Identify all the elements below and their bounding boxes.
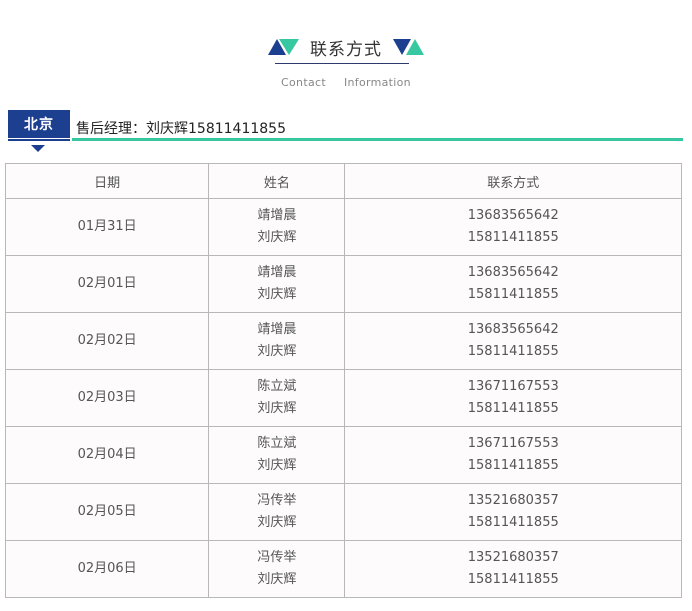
phone-number: 13671167553 <box>467 379 559 394</box>
right-triangles-icon <box>392 38 424 56</box>
page-header: 联系方式 Contact Information <box>0 34 692 94</box>
title-row: 联系方式 <box>0 34 692 60</box>
table-row: 02月05日 冯传举 刘庆辉 13521680357 15811411855 <box>4 483 682 541</box>
table-header-row: 日期 姓名 联系方式 <box>4 163 682 199</box>
name-cell: 靖增晨 刘庆辉 <box>208 198 346 256</box>
city-arrow-down-icon <box>31 145 45 152</box>
table-row: 01月31日 靖增晨 刘庆辉 13683565642 15811411855 <box>4 198 682 256</box>
phone-cell: 13683565642 15811411855 <box>344 198 682 256</box>
person-name: 刘庆辉 <box>257 401 297 416</box>
phone-cell: 13671167553 15811411855 <box>344 426 682 484</box>
date-cell: 02月06日 <box>4 540 210 598</box>
person-name: 刘庆辉 <box>257 344 297 359</box>
date-cell: 01月31日 <box>4 198 210 256</box>
table-row: 02月01日 靖增晨 刘庆辉 13683565642 15811411855 <box>4 255 682 313</box>
city-tab-beijing: 北京 <box>8 110 70 138</box>
person-name: 陈立斌 <box>257 379 297 394</box>
name-cell: 靖增晨 刘庆辉 <box>208 255 346 313</box>
section-divider <box>72 138 683 141</box>
phone-number: 15811411855 <box>467 401 559 416</box>
duty-table-wrapper: 日期 姓名 联系方式 01月31日 靖增晨 刘庆辉 13683565642 158114… <box>4 163 682 598</box>
person-name: 陈立斌 <box>257 436 297 451</box>
table-row: 02月04日 陈立斌 刘庆辉 13671167553 15811411855 <box>4 426 682 484</box>
name-cell: 靖增晨 刘庆辉 <box>208 312 346 370</box>
table-row: 02月06日 冯传举 刘庆辉 13521680357 15811411855 <box>4 540 682 598</box>
phone-number: 13671167553 <box>467 436 559 451</box>
after-sales-manager: 售后经理：刘庆辉15811411855 <box>76 121 286 137</box>
table-row: 02月03日 陈立斌 刘庆辉 13671167553 15811411855 <box>4 369 682 427</box>
date-cell: 02月05日 <box>4 483 210 541</box>
phone-number: 13521680357 <box>467 493 559 508</box>
phone-number: 15811411855 <box>467 515 559 530</box>
phone-number: 13683565642 <box>467 265 559 280</box>
person-name: 刘庆辉 <box>257 572 297 587</box>
left-triangles-icon <box>268 38 300 56</box>
person-name: 刘庆辉 <box>257 458 297 473</box>
phone-cell: 13683565642 15811411855 <box>344 312 682 370</box>
subtitle: Contact Information <box>0 76 692 89</box>
phone-number: 15811411855 <box>467 458 559 473</box>
city-tab-rule <box>8 139 70 141</box>
phone-number: 13521680357 <box>467 550 559 565</box>
person-name: 刘庆辉 <box>257 230 297 245</box>
phone-number: 15811411855 <box>467 287 559 302</box>
phone-cell: 13683565642 15811411855 <box>344 255 682 313</box>
person-name: 靖增晨 <box>257 265 297 280</box>
person-name: 刘庆辉 <box>257 287 297 302</box>
phone-cell: 13671167553 15811411855 <box>344 369 682 427</box>
name-cell: 冯传举 刘庆辉 <box>208 540 346 598</box>
date-cell: 02月01日 <box>4 255 210 313</box>
page-title: 联系方式 <box>310 39 382 60</box>
date-cell: 02月04日 <box>4 426 210 484</box>
date-cell: 02月03日 <box>4 369 210 427</box>
date-cell: 02月02日 <box>4 312 210 370</box>
header-contact: 联系方式 <box>344 163 682 199</box>
phone-number: 13683565642 <box>467 322 559 337</box>
subtitle-contact: Contact <box>281 76 326 89</box>
phone-cell: 13521680357 15811411855 <box>344 540 682 598</box>
person-name: 冯传举 <box>257 493 297 508</box>
header-name: 姓名 <box>208 163 346 199</box>
name-cell: 陈立斌 刘庆辉 <box>208 426 346 484</box>
subtitle-information: Information <box>343 76 411 89</box>
person-name: 靖增晨 <box>257 208 297 223</box>
header-date: 日期 <box>4 163 210 199</box>
phone-number: 15811411855 <box>467 344 559 359</box>
name-cell: 陈立斌 刘庆辉 <box>208 369 346 427</box>
title-underline <box>275 63 409 64</box>
phone-number: 13683565642 <box>467 208 559 223</box>
table-row: 02月02日 靖增晨 刘庆辉 13683565642 15811411855 <box>4 312 682 370</box>
duty-table: 日期 姓名 联系方式 01月31日 靖增晨 刘庆辉 13683565642 158114… <box>4 163 682 598</box>
phone-cell: 13521680357 15811411855 <box>344 483 682 541</box>
name-cell: 冯传举 刘庆辉 <box>208 483 346 541</box>
person-name: 靖增晨 <box>257 322 297 337</box>
person-name: 刘庆辉 <box>257 515 297 530</box>
person-name: 冯传举 <box>257 550 297 565</box>
phone-number: 15811411855 <box>467 572 559 587</box>
phone-number: 15811411855 <box>467 230 559 245</box>
